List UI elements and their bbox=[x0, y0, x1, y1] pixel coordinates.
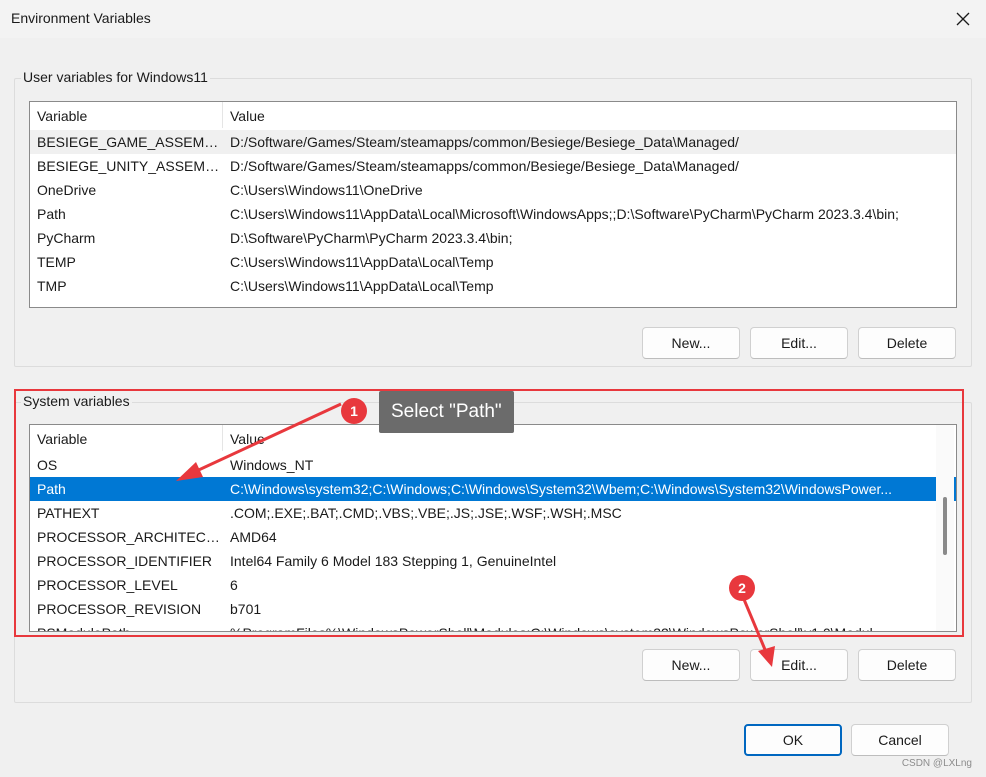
step-2-badge: 2 bbox=[729, 575, 755, 601]
user-header-value[interactable]: Value bbox=[223, 102, 956, 128]
table-row[interactable]: TEMP C:\Users\Windows11\AppData\Local\Tem… bbox=[30, 250, 956, 274]
user-edit-button[interactable]: Edit... bbox=[750, 327, 848, 359]
table-row[interactable]: PyCharm D:\Software\PyCharm\PyCharm 2023.… bbox=[30, 226, 956, 250]
value-cell: D:/Software/Games/Steam/steamapps/common… bbox=[230, 158, 739, 174]
table-row[interactable]: BESIEGE_GAME_ASSEMBLI... D:/Software/Game… bbox=[30, 130, 956, 154]
system-delete-button[interactable]: Delete bbox=[858, 649, 956, 681]
user-variables-list[interactable]: Variable Value BESIEGE_GAME_ASSEMBLI... D… bbox=[29, 101, 957, 308]
table-row[interactable]: TMP C:\Users\Windows11\AppData\Local\Temp bbox=[30, 274, 956, 298]
variable-cell: BESIEGE_UNITY_ASSEMBLI... bbox=[37, 158, 223, 174]
cancel-button[interactable]: Cancel bbox=[851, 724, 949, 756]
system-edit-button[interactable]: Edit... bbox=[750, 649, 848, 681]
variable-cell: TMP bbox=[37, 278, 67, 294]
user-header-variable[interactable]: Variable bbox=[30, 102, 223, 128]
table-row[interactable]: OneDrive C:\Users\Windows11\OneDrive bbox=[30, 178, 956, 202]
close-button[interactable] bbox=[940, 0, 986, 38]
close-icon bbox=[956, 12, 970, 26]
title-bar: Environment Variables bbox=[0, 0, 986, 38]
variable-cell: TEMP bbox=[37, 254, 76, 270]
user-variables-label: User variables for Windows11 bbox=[21, 69, 210, 85]
value-cell: D:\Software\PyCharm\PyCharm 2023.3.4\bin… bbox=[230, 230, 513, 246]
table-row[interactable]: BESIEGE_UNITY_ASSEMBLI... D:/Software/Gam… bbox=[30, 154, 956, 178]
user-delete-button[interactable]: Delete bbox=[858, 327, 956, 359]
window-title: Environment Variables bbox=[11, 10, 151, 26]
system-new-button[interactable]: New... bbox=[642, 649, 740, 681]
ok-button[interactable]: OK bbox=[744, 724, 842, 756]
step-1-callout: Select "Path" bbox=[379, 391, 514, 433]
value-cell: C:\Users\Windows11\AppData\Local\Temp bbox=[230, 254, 494, 270]
user-list-header: Variable Value bbox=[30, 102, 956, 128]
user-new-button[interactable]: New... bbox=[642, 327, 740, 359]
variable-cell: PyCharm bbox=[37, 230, 96, 246]
value-cell: D:/Software/Games/Steam/steamapps/common… bbox=[230, 134, 739, 150]
variable-cell: BESIEGE_GAME_ASSEMBLI... bbox=[37, 134, 223, 150]
step-1-badge: 1 bbox=[341, 398, 367, 424]
value-cell: C:\Users\Windows11\AppData\Local\Temp bbox=[230, 278, 494, 294]
variable-cell: OneDrive bbox=[37, 182, 97, 198]
watermark: CSDN @LXLng bbox=[901, 758, 972, 769]
value-cell: C:\Users\Windows11\OneDrive bbox=[230, 182, 423, 198]
table-row[interactable]: Path C:\Users\Windows11\AppData\Local\Mic… bbox=[30, 202, 956, 226]
value-cell: C:\Users\Windows11\AppData\Local\Microso… bbox=[230, 206, 899, 222]
variable-cell: Path bbox=[37, 206, 66, 222]
